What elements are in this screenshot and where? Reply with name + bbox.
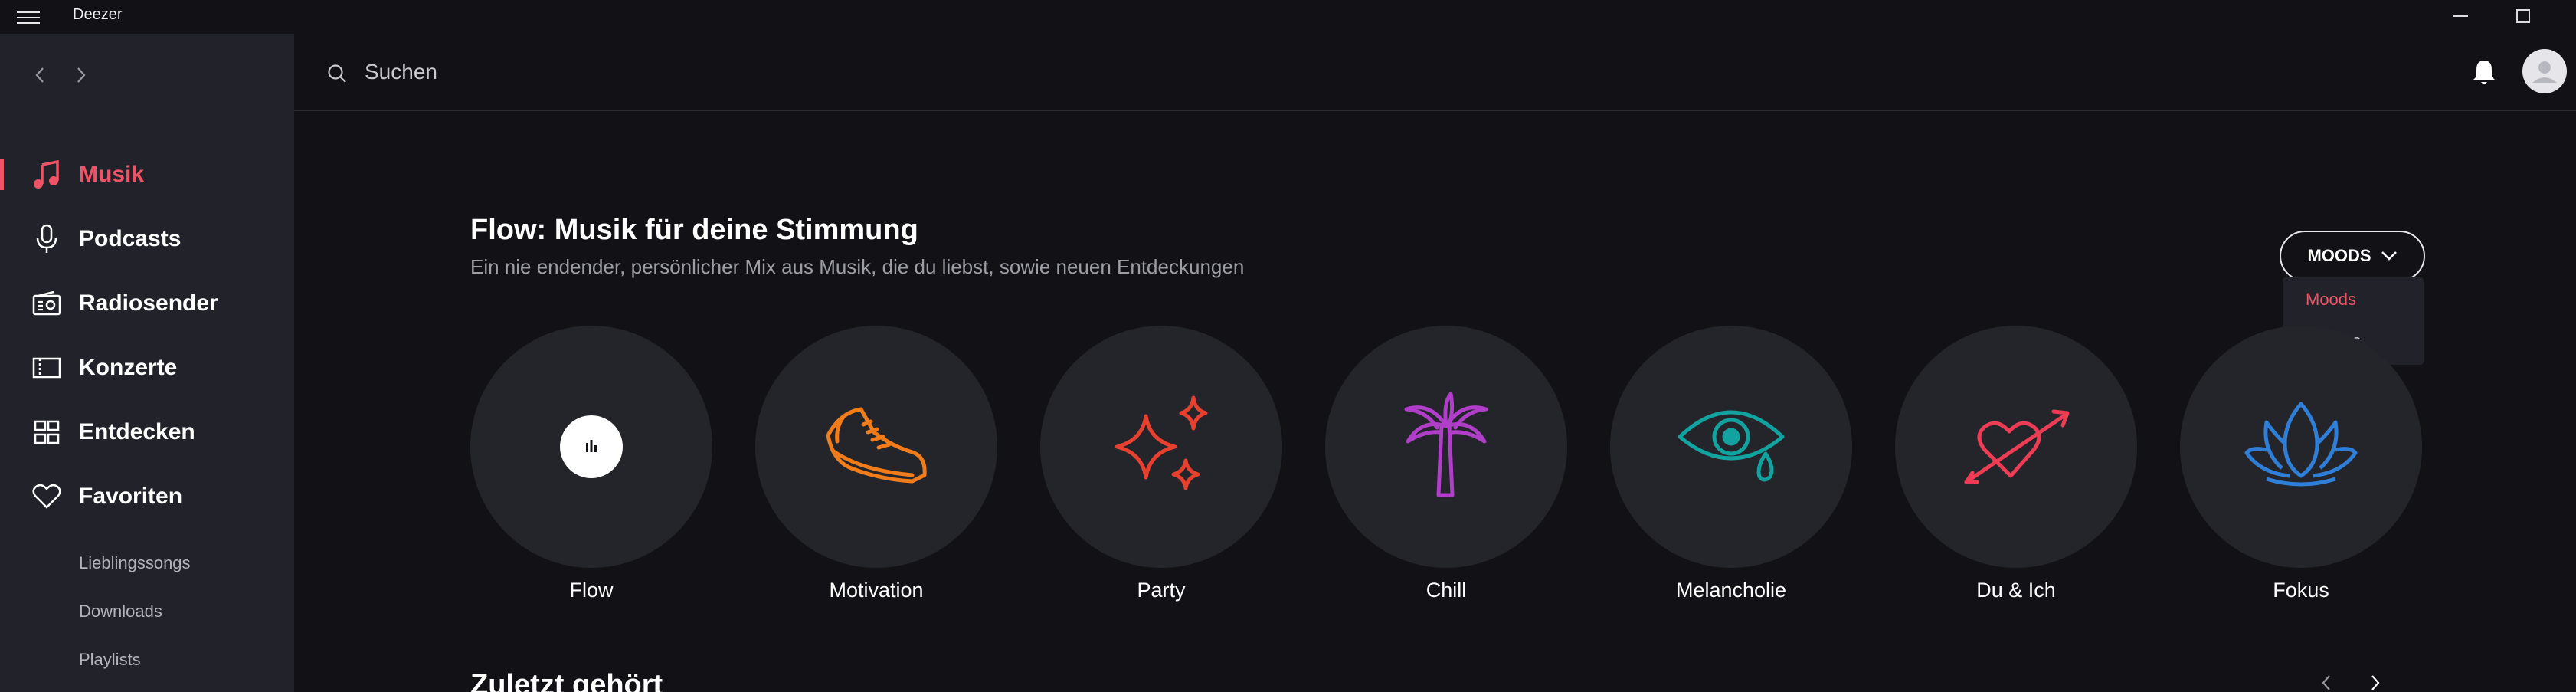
sidebar-item-musik[interactable]: Musik <box>0 153 294 196</box>
sidebar-item-label: Radiosender <box>79 290 218 316</box>
mood-name: Party <box>1137 579 1186 602</box>
mood-card-fokus[interactable]: Fokus <box>2180 326 2422 602</box>
sidebar-subitem-playlists[interactable]: Playlists <box>79 650 141 670</box>
forward-arrow-icon[interactable] <box>72 66 90 84</box>
mood-circle[interactable] <box>1325 326 1567 568</box>
mood-circle[interactable] <box>1895 326 2137 568</box>
moods-button-label: MOODS <box>2307 246 2371 265</box>
music-note-icon <box>31 159 63 191</box>
mood-circle[interactable] <box>1610 326 1852 568</box>
sidebar-item-label: Konzerte <box>79 355 178 380</box>
title-bar: Deezer <box>0 0 2576 34</box>
ticket-icon <box>31 352 63 384</box>
dropdown-option-moods[interactable]: Moods <box>2306 290 2356 310</box>
mood-card-motivation[interactable]: Motivation <box>755 326 997 602</box>
sidebar-item-radiosender[interactable]: Radiosender <box>0 282 294 325</box>
app-title: Deezer <box>73 6 123 23</box>
flow-cover[interactable] <box>470 326 712 568</box>
mood-name: Chill <box>1425 579 1467 602</box>
mood-name: Melancholie <box>1675 579 1787 602</box>
mood-name: Motivation <box>829 579 924 602</box>
mood-card-chill[interactable]: Chill <box>1325 326 1567 602</box>
sidebar: Musik Podcasts Radiosender Konzerte Entd… <box>0 34 294 692</box>
sidebar-item-konzerte[interactable]: Konzerte <box>0 346 294 389</box>
radio-icon <box>31 287 63 320</box>
crying-eye-icon <box>1674 403 1789 491</box>
sidebar-item-label: Podcasts <box>79 226 182 251</box>
maximize-button[interactable] <box>2508 3 2538 29</box>
mood-name: Du & Ich <box>1976 579 2056 602</box>
top-bar <box>294 34 2576 111</box>
mood-circle[interactable] <box>2180 326 2422 568</box>
chevron-down-icon <box>2381 246 2398 266</box>
lotus-icon <box>2244 399 2358 495</box>
bell-icon[interactable] <box>2469 57 2499 87</box>
section-subtitle: Ein nie endender, persönlicher Mix aus M… <box>470 255 1245 278</box>
avatar[interactable] <box>2522 49 2567 93</box>
sidebar-item-label: Musik <box>79 162 145 187</box>
sidebar-subitem-lieblingssongs[interactable]: Lieblingssongs <box>79 553 191 573</box>
minimize-button[interactable] <box>2445 3 2476 29</box>
microphone-icon <box>31 223 63 255</box>
sidebar-subitem-downloads[interactable]: Downloads <box>79 602 162 621</box>
play-button[interactable] <box>560 415 623 478</box>
palm-tree-icon <box>1393 388 1500 507</box>
chevron-right-icon[interactable] <box>2370 674 2381 692</box>
mood-card-party[interactable]: Party <box>1040 326 1282 602</box>
mood-card-du-und-ich[interactable]: Du & Ich <box>1895 326 2137 602</box>
mood-name: Flow <box>569 579 614 602</box>
mood-circle[interactable] <box>755 326 997 568</box>
heart-arrow-icon <box>1959 399 2074 495</box>
mood-card-flow[interactable]: Flow <box>470 326 712 602</box>
grid-icon <box>31 416 63 448</box>
moods-dropdown-button[interactable]: MOODS <box>2280 231 2425 281</box>
history-navigation <box>31 66 90 84</box>
section-title: Flow: Musik für deine Stimmung <box>470 214 918 246</box>
sidebar-item-podcasts[interactable]: Podcasts <box>0 218 294 261</box>
mood-circle[interactable] <box>1040 326 1282 568</box>
equalizer-icon <box>584 438 599 456</box>
chevron-left-icon[interactable] <box>2321 674 2332 692</box>
sparkles-icon <box>1108 392 1215 503</box>
sidebar-item-entdecken[interactable]: Entdecken <box>0 411 294 454</box>
sidebar-item-label: Favoriten <box>79 484 183 509</box>
hamburger-menu-icon[interactable] <box>17 8 40 25</box>
sidebar-item-label: Entdecken <box>79 419 195 444</box>
sneaker-icon <box>819 395 934 499</box>
search-icon <box>326 63 348 84</box>
mood-card-melancholie[interactable]: Melancholie <box>1610 326 1852 602</box>
heart-icon <box>31 480 63 513</box>
back-arrow-icon[interactable] <box>31 66 49 84</box>
carousel-navigation <box>2321 674 2381 692</box>
mood-name: Fokus <box>2273 579 2329 602</box>
active-indicator <box>0 159 4 190</box>
search-input[interactable] <box>365 57 1054 87</box>
sidebar-item-favoriten[interactable]: Favoriten <box>0 475 294 518</box>
recent-section-title: Zuletzt gehört <box>470 669 663 692</box>
